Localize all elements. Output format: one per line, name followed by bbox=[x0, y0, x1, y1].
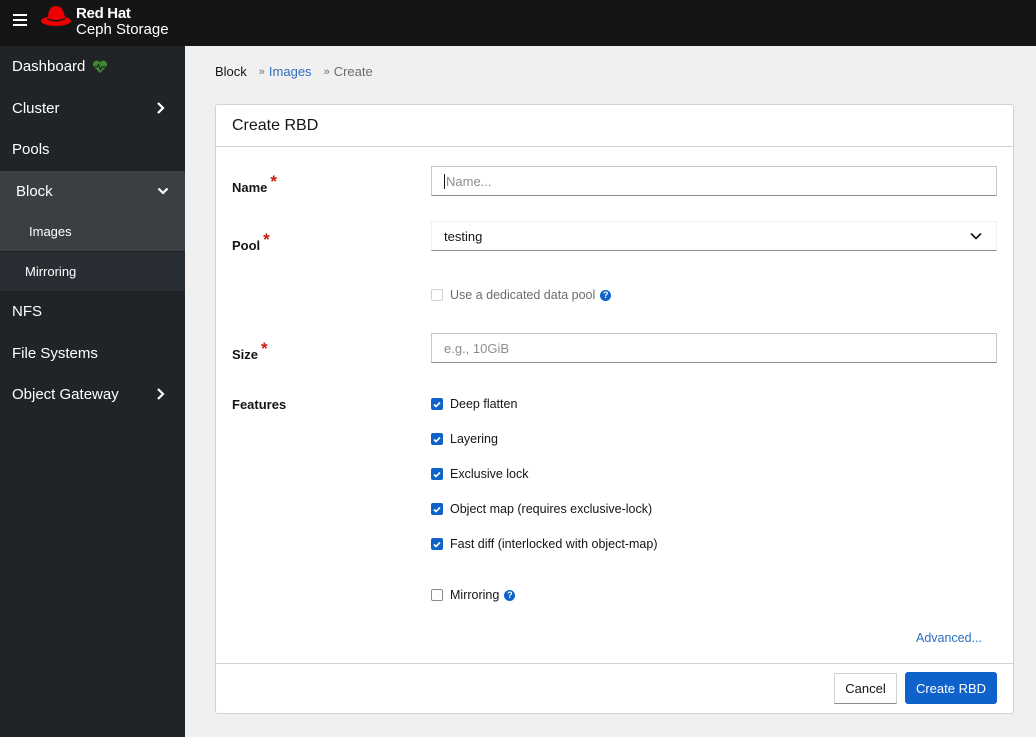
feature-label: Deep flatten bbox=[450, 397, 518, 411]
feature-label: Layering bbox=[450, 432, 498, 446]
sidebar-item-dashboard[interactable]: Dashboard bbox=[0, 46, 185, 87]
checkbox-unchecked-icon bbox=[431, 289, 443, 301]
sidebar-item-label: NFS bbox=[12, 303, 42, 320]
product-name: Ceph Storage bbox=[76, 21, 169, 38]
breadcrumb-block: Block bbox=[215, 64, 247, 79]
help-icon[interactable]: ? bbox=[504, 589, 516, 601]
feature-label: Fast diff (interlocked with object-map) bbox=[450, 537, 658, 551]
main-content: Block » Images » Create Create RBD Name *… bbox=[185, 46, 1036, 737]
masthead: Red Hat Ceph Storage bbox=[0, 0, 1036, 46]
sidebar-item-nfs[interactable]: NFS bbox=[0, 291, 185, 332]
size-label: Size * bbox=[232, 339, 268, 362]
hamburger-icon[interactable] bbox=[13, 14, 27, 26]
pool-select-value: testing bbox=[444, 228, 483, 244]
chevron-down-icon bbox=[157, 187, 169, 195]
required-icon: * bbox=[263, 230, 270, 249]
pool-label: Pool * bbox=[232, 230, 270, 253]
sidebar-group-block: Block Images bbox=[0, 171, 185, 251]
text-cursor bbox=[444, 173, 445, 189]
sidebar: Dashboard Cluster Pools Block Images Mir… bbox=[0, 46, 185, 737]
checkbox-unchecked-icon bbox=[431, 589, 443, 601]
sidebar-item-label: File Systems bbox=[12, 345, 98, 362]
checkbox-checked-icon bbox=[431, 398, 443, 410]
feature-checkbox-fast-diff[interactable]: Fast diff (interlocked with object-map) bbox=[431, 537, 658, 551]
help-icon[interactable]: ? bbox=[600, 289, 612, 301]
breadcrumb-create: Create bbox=[333, 64, 373, 79]
sidebar-item-label: Cluster bbox=[12, 100, 60, 117]
sidebar-item-label: Dashboard bbox=[12, 58, 86, 75]
brand-logo[interactable]: Red Hat Ceph Storage bbox=[40, 2, 169, 42]
checkbox-checked-icon bbox=[431, 503, 443, 515]
required-icon: * bbox=[270, 172, 278, 191]
form-title: Create RBD bbox=[216, 105, 1013, 147]
breadcrumb-separator-icon: » bbox=[258, 65, 265, 78]
sidebar-item-file-systems[interactable]: File Systems bbox=[0, 333, 185, 374]
size-input[interactable]: e.g., 10GiB bbox=[431, 333, 997, 363]
redhat-hat-icon bbox=[41, 6, 71, 26]
sidebar-subitem-label: Mirroring bbox=[25, 264, 77, 279]
chevron-right-icon bbox=[157, 388, 165, 400]
checkbox-checked-icon bbox=[431, 538, 443, 550]
features-label: Features bbox=[232, 397, 287, 412]
mirroring-checkbox[interactable]: Mirroring ? bbox=[431, 588, 516, 602]
sidebar-item-label: Block bbox=[16, 183, 53, 200]
required-icon: * bbox=[261, 339, 268, 358]
sidebar-item-pools[interactable]: Pools bbox=[0, 129, 185, 170]
name-input[interactable]: Name... bbox=[431, 166, 997, 196]
form-footer: Cancel Create RBD bbox=[216, 663, 1013, 714]
feature-label: Exclusive lock bbox=[450, 467, 529, 481]
sidebar-subitem-images[interactable]: Images bbox=[0, 212, 185, 251]
pool-select[interactable]: testing bbox=[431, 221, 997, 251]
brand-name: Red Hat bbox=[76, 5, 131, 22]
feature-checkbox-layering[interactable]: Layering bbox=[431, 432, 498, 446]
create-rbd-button[interactable]: Create RBD bbox=[905, 672, 997, 704]
create-rbd-form: Create RBD Name * Name... Pool * testing U… bbox=[215, 104, 1014, 714]
breadcrumb-separator-icon: » bbox=[323, 65, 330, 78]
feature-label: Object map (requires exclusive-lock) bbox=[450, 502, 653, 516]
feature-checkbox-deep-flatten[interactable]: Deep flatten bbox=[431, 397, 517, 411]
advanced-link[interactable]: Advanced... bbox=[916, 631, 982, 645]
chevron-down-icon bbox=[970, 232, 982, 240]
sidebar-item-object-gateway[interactable]: Object Gateway bbox=[0, 374, 185, 415]
chevron-right-icon bbox=[157, 102, 165, 114]
mirroring-label: Mirroring bbox=[450, 588, 500, 602]
size-placeholder: e.g., 10GiB bbox=[444, 340, 510, 356]
sidebar-subitem-label: Images bbox=[29, 224, 72, 239]
cancel-button[interactable]: Cancel bbox=[834, 673, 897, 704]
sidebar-item-cluster[interactable]: Cluster bbox=[0, 88, 185, 129]
sidebar-item-label: Pools bbox=[12, 141, 50, 158]
name-label: Name * bbox=[232, 172, 278, 195]
sidebar-item-block[interactable]: Block bbox=[0, 171, 185, 212]
breadcrumb-images-link[interactable]: Images bbox=[269, 64, 312, 79]
dedicated-data-pool-checkbox[interactable]: Use a dedicated data pool ? bbox=[431, 288, 612, 302]
breadcrumb: Block » Images » Create bbox=[215, 64, 373, 79]
sidebar-item-label: Object Gateway bbox=[12, 386, 119, 403]
feature-checkbox-object-map[interactable]: Object map (requires exclusive-lock) bbox=[431, 502, 652, 516]
dedicated-data-pool-label: Use a dedicated data pool bbox=[450, 288, 596, 302]
name-placeholder: Name... bbox=[446, 173, 492, 189]
sidebar-subitem-mirroring[interactable]: Mirroring bbox=[0, 252, 185, 291]
checkbox-checked-icon bbox=[431, 433, 443, 445]
checkbox-checked-icon bbox=[431, 468, 443, 480]
feature-checkbox-exclusive-lock[interactable]: Exclusive lock bbox=[431, 467, 529, 481]
heartbeat-icon bbox=[93, 60, 108, 73]
